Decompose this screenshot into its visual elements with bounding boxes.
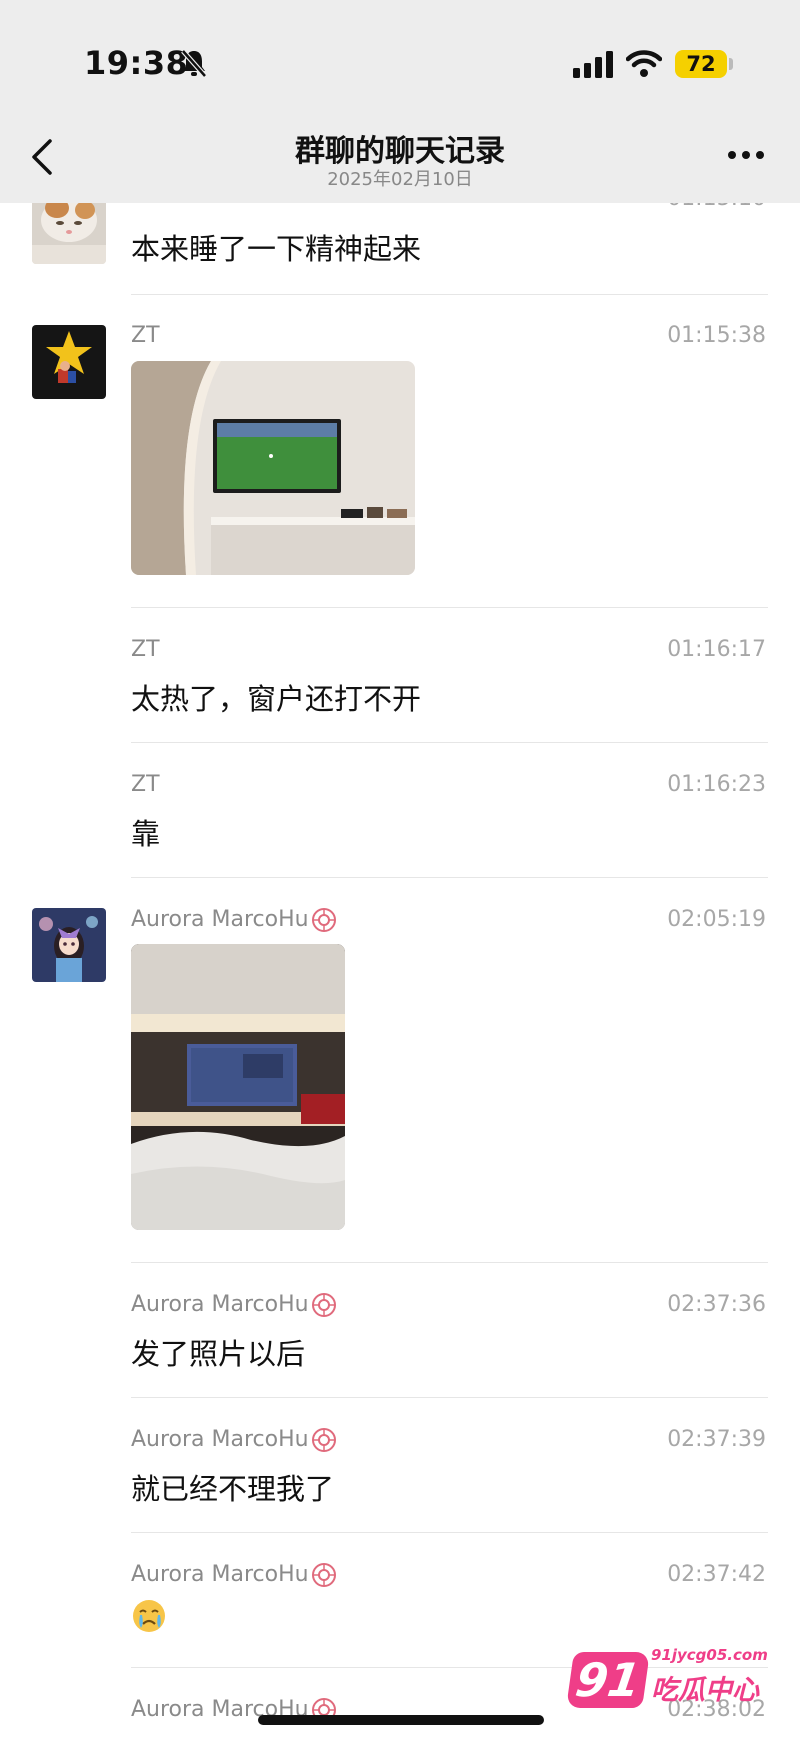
message-sender: Aurora MarcoHu: [131, 1427, 337, 1453]
message-photo-tv-football[interactable]: [131, 361, 415, 575]
watermark-badge: 91: [566, 1652, 650, 1708]
message-sender: Aurora MarcoHu: [131, 907, 337, 933]
battery-level: 72: [675, 50, 727, 78]
flower-badge-icon: [311, 1563, 336, 1587]
top-bar: 19:38 72 群聊的聊天记录 2025年02月10日: [0, 0, 800, 203]
message-text[interactable]: 太热了，窗户还打不开: [131, 676, 421, 718]
message-time: 02:37:42: [667, 1562, 766, 1587]
message-sender: ZT: [131, 772, 160, 797]
watermark-url: 91jycg05.com: [651, 1646, 768, 1664]
home-indicator[interactable]: [258, 1715, 544, 1725]
sender-name: Aurora MarcoHu: [131, 1292, 309, 1317]
bell-muted-icon: [181, 49, 207, 78]
avatar-zt[interactable]: [32, 325, 106, 399]
more-options-icon[interactable]: [727, 150, 765, 160]
message-sender: Aurora MarcoHu: [131, 1562, 337, 1588]
message-time: 02:37:39: [667, 1427, 766, 1452]
sender-name: Aurora MarcoHu: [131, 1427, 309, 1452]
wifi-icon: [626, 50, 662, 77]
divider: [131, 607, 768, 608]
flower-badge-icon: [311, 908, 336, 932]
flower-badge-icon: [311, 1428, 336, 1452]
sender-name: Aurora MarcoHu: [131, 907, 309, 932]
divider: [131, 294, 768, 295]
page-subtitle-date: 2025年02月10日: [327, 169, 473, 190]
divider: [131, 742, 768, 743]
message-text[interactable]: 就已经不理我了: [131, 1466, 334, 1508]
message-sender: ZT: [131, 323, 160, 348]
message-time: 01:16:23: [667, 772, 766, 797]
page-title: 群聊的聊天记录: [295, 134, 505, 169]
message-sender: Aurora MarcoHu: [131, 1292, 337, 1318]
status-time: 19:38: [84, 44, 189, 82]
watermark-name: 吃瓜中心: [651, 1675, 759, 1706]
message-text[interactable]: 本来睡了一下精神起来: [131, 226, 421, 268]
cellular-signal-icon: [573, 51, 613, 78]
message-sender: ZT: [131, 637, 160, 662]
message-time: 01:15:38: [667, 323, 766, 348]
avatar-aurora[interactable]: [32, 908, 106, 982]
message-time: 01:16:17: [667, 637, 766, 662]
message-photo-tv-bedroom[interactable]: [131, 944, 345, 1230]
battery-tip: [729, 58, 733, 70]
divider: [131, 1262, 768, 1263]
message-text[interactable]: 靠: [131, 811, 160, 853]
sender-name: Aurora MarcoHu: [131, 1562, 309, 1587]
divider: [131, 1397, 768, 1398]
crying-face-icon[interactable]: [131, 1598, 167, 1634]
flower-badge-icon: [311, 1293, 336, 1317]
message-time: 02:05:19: [667, 907, 766, 932]
message-text[interactable]: 发了照片以后: [131, 1331, 305, 1373]
divider: [131, 877, 768, 878]
divider: [131, 1532, 768, 1533]
message-time: 02:37:36: [667, 1292, 766, 1317]
